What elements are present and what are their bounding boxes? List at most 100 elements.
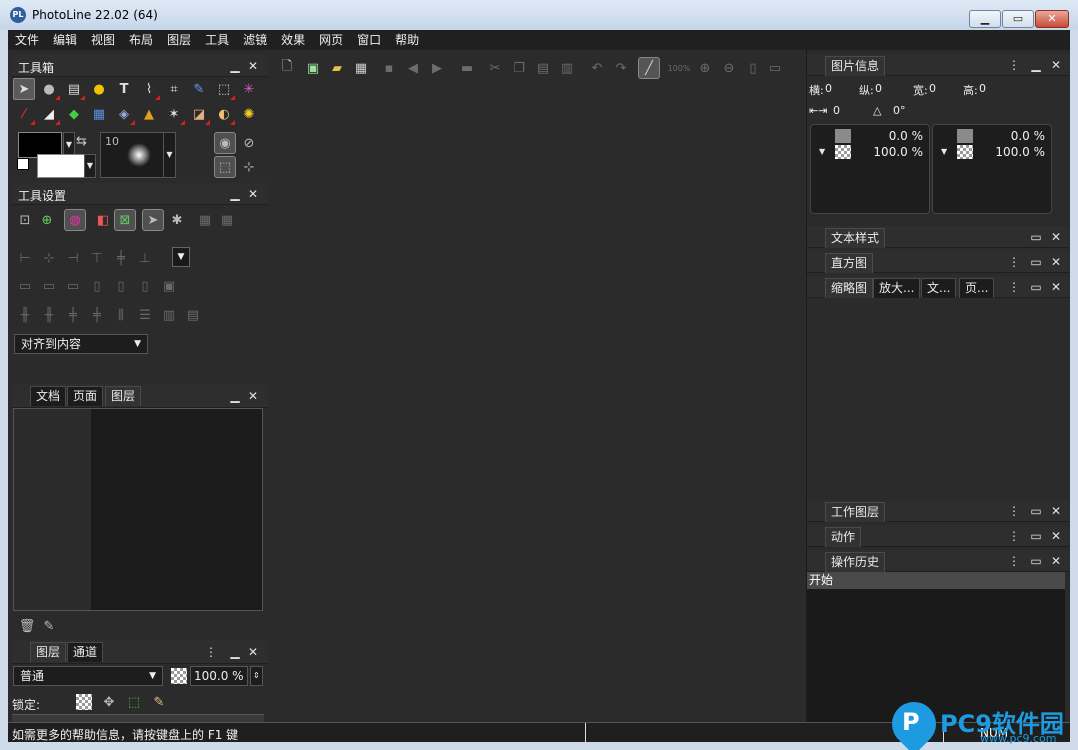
maximize-panel-icon[interactable]: ▭ [1029, 529, 1043, 543]
background-dropdown-icon[interactable]: ▼ [84, 154, 96, 178]
size-equal-h-icon[interactable]: ▥ [158, 304, 180, 326]
align-to-dropdown[interactable]: 对齐到内容 ▼ [14, 334, 148, 354]
distribute-right-icon[interactable]: ▭ [62, 275, 84, 297]
lock-position-icon[interactable]: ✥ [98, 691, 120, 713]
fill-tool-icon[interactable]: ◆ [63, 103, 85, 125]
grid-add-icon[interactable]: ▦ [216, 209, 238, 231]
menu-view[interactable]: 视图 [84, 30, 122, 50]
marquee-tool-icon[interactable]: ⬚ [213, 78, 235, 100]
distribute-space-icon[interactable]: ▣ [158, 275, 180, 297]
menu-file[interactable]: 文件 [8, 30, 46, 50]
bandage-tool-icon[interactable]: ◪ [188, 103, 210, 125]
distribute-bottom-icon[interactable]: ▯ [134, 275, 156, 297]
minimize-panel-icon[interactable]: ▁ [228, 389, 242, 403]
swap-colors-icon[interactable]: ⇆ [76, 134, 94, 150]
pointer-tool-icon[interactable]: ➤ [13, 78, 35, 100]
tab-page-short[interactable]: 页... [959, 278, 995, 298]
brush-dropdown-icon[interactable]: ▼ [163, 133, 175, 177]
light-tool-icon[interactable]: ✺ [238, 103, 260, 125]
maximize-panel-icon[interactable]: ▭ [1029, 280, 1043, 294]
size-equal-v-icon[interactable]: ▤ [182, 304, 204, 326]
close-panel-icon[interactable]: ✕ [1049, 554, 1063, 568]
background-color-swatch[interactable] [37, 154, 85, 178]
color-wheel-icon[interactable]: ◍ [64, 209, 86, 231]
pointer-mask-icon[interactable]: ⊹ [238, 156, 260, 178]
canvas-area[interactable] [270, 83, 806, 722]
select-area-icon[interactable]: ⊡ [14, 209, 36, 231]
mask-eye-icon[interactable]: ⊘ [238, 132, 260, 154]
close-panel-icon[interactable]: ✕ [1049, 58, 1063, 72]
minimize-button[interactable]: ▁ [969, 10, 1001, 28]
brush-edit-icon[interactable]: ✎ [38, 615, 60, 637]
maximize-panel-icon[interactable]: ▭ [1029, 504, 1043, 518]
arrow-select-icon[interactable]: ➤ [142, 209, 164, 231]
minimize-panel-icon[interactable]: ▁ [228, 59, 242, 73]
close-panel-icon[interactable]: ✕ [246, 59, 260, 73]
redo-icon[interactable]: ↷ [610, 57, 632, 79]
magic-wand-tool-icon[interactable]: ✳ [238, 78, 260, 100]
card-dropdown-icon[interactable]: ▼ [819, 147, 825, 156]
tab-actions[interactable]: 动作 [825, 527, 862, 547]
align-left-icon[interactable]: ⊢ [14, 247, 36, 269]
menu-layout[interactable]: 布局 [122, 30, 160, 50]
pen-tool-icon[interactable]: ✎ [188, 78, 210, 100]
align-hcenter-icon[interactable]: ⊹ [38, 247, 60, 269]
panel-menu-icon[interactable]: ⋮ [1007, 280, 1021, 294]
undo-icon[interactable]: ↶ [586, 57, 608, 79]
save-icon[interactable]: ▪ [378, 57, 400, 79]
tab-page[interactable]: 页面 [67, 386, 104, 406]
tab-channels[interactable]: 通道 [67, 642, 104, 662]
maximize-panel-icon[interactable]: ▭ [1029, 554, 1043, 568]
zoom-in-icon[interactable]: ⊕ [694, 57, 716, 79]
transform-icon[interactable]: ⊠ [114, 209, 136, 231]
tab-layers-doc[interactable]: 图层 [105, 386, 142, 406]
opacity-input[interactable]: 100.0 % [190, 666, 248, 686]
sphere-tool-icon[interactable]: ● [38, 78, 60, 100]
maximize-panel-icon[interactable]: ▭ [1029, 255, 1043, 269]
brush-tool-icon[interactable]: ⁄ [13, 103, 35, 125]
menu-tools[interactable]: 工具 [198, 30, 236, 50]
menu-window[interactable]: 窗口 [350, 30, 388, 50]
panel-menu-icon[interactable]: ⋮ [204, 645, 218, 659]
close-window-button[interactable]: ✕ [1035, 10, 1069, 28]
panel-menu-icon[interactable]: ⋮ [1007, 504, 1021, 518]
fit-page-icon[interactable]: ▯ [742, 57, 764, 79]
align-vcenter-icon[interactable]: ╪ [110, 247, 132, 269]
align-right-icon[interactable]: ⊣ [62, 247, 84, 269]
settings-gear-icon[interactable]: ✱ [166, 209, 188, 231]
mask-mode-icon[interactable]: ◉ [214, 132, 236, 154]
zoom-100-icon[interactable]: 100% [668, 57, 691, 79]
menu-help[interactable]: 帮助 [388, 30, 426, 50]
tab-image-info[interactable]: 图片信息 [825, 56, 886, 76]
selection-mode-icon[interactable]: ⬚ [214, 156, 236, 178]
menu-filter[interactable]: 滤镜 [236, 30, 274, 50]
tab-thumbnail[interactable]: 缩略图 [825, 278, 874, 298]
minimize-panel-icon[interactable]: ▁ [1029, 58, 1043, 72]
menu-layer[interactable]: 图层 [160, 30, 198, 50]
close-panel-icon[interactable]: ✕ [1049, 280, 1063, 294]
menu-effects[interactable]: 效果 [274, 30, 312, 50]
space-h-icon[interactable]: ╫ [14, 304, 36, 326]
space-h2-icon[interactable]: ╫ [38, 304, 60, 326]
open-folder-icon[interactable]: ▰ [326, 57, 348, 79]
menu-edit[interactable]: 编辑 [46, 30, 84, 50]
new-document-icon[interactable]: 🗋 [276, 57, 298, 79]
new-text-doc-icon[interactable]: ▣ [302, 57, 324, 79]
layer-color-icon[interactable]: ◧ [92, 209, 114, 231]
align-top-icon[interactable]: ⊤ [86, 247, 108, 269]
minimize-panel-icon[interactable]: ▁ [228, 187, 242, 201]
distribute-left-icon[interactable]: ▭ [14, 275, 36, 297]
grid-icon[interactable]: ▦ [194, 209, 216, 231]
tab-magnifier[interactable]: 放大... [873, 278, 921, 298]
lock-size-icon[interactable]: ⬚ [123, 691, 145, 713]
tab-document[interactable]: 文档 [30, 386, 67, 406]
distribute-hcenter-icon[interactable]: ▭ [38, 275, 60, 297]
crop-tool-icon[interactable]: ⌗ [163, 78, 185, 100]
distribute-vcenter-icon[interactable]: ▯ [110, 275, 132, 297]
shape-ellipse-tool-icon[interactable]: ● [88, 78, 110, 100]
print-icon[interactable]: ▬ [456, 57, 478, 79]
bucket-tool-icon[interactable]: ◈ [113, 103, 135, 125]
minimize-panel-icon[interactable]: ▁ [228, 645, 242, 659]
space-equal-h-icon[interactable]: ⫼ [110, 304, 132, 326]
close-panel-icon[interactable]: ✕ [1049, 230, 1063, 244]
